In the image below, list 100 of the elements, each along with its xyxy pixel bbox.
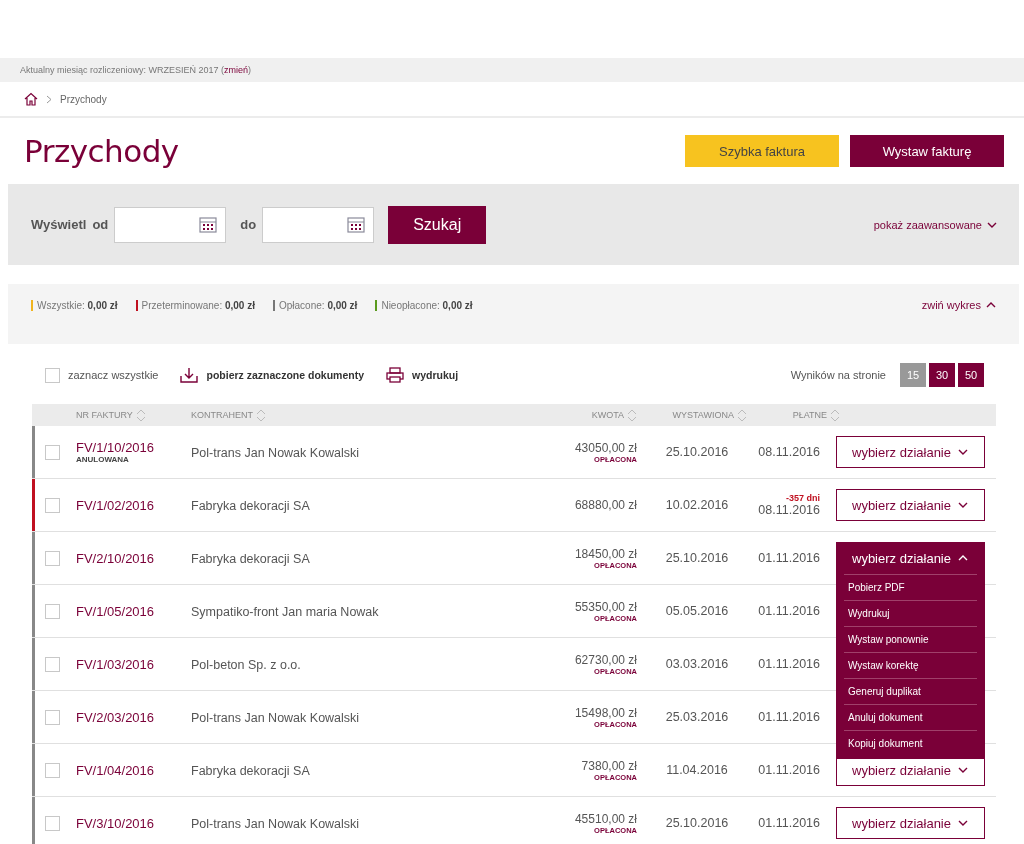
menu-item[interactable]: Generuj duplikat	[844, 678, 977, 704]
issue-date: 10.02.2016	[665, 498, 729, 512]
invoice-number-link[interactable]: FV/1/05/2016	[76, 603, 191, 619]
print-link[interactable]: wydrukuj	[386, 367, 459, 383]
page-size-button[interactable]: 50	[958, 363, 984, 387]
amount: 15498,00 zł	[574, 705, 637, 720]
issue-date: 25.10.2016	[665, 551, 729, 565]
chevron-down-icon	[958, 502, 968, 508]
contractor-name: Fabryka dekoracji SA	[191, 552, 310, 566]
amount: 43050,00 zł	[574, 440, 637, 455]
issue-date: 11.04.2016	[666, 763, 728, 777]
issue-date: 25.10.2016	[665, 816, 729, 830]
issue-date: 05.05.2016	[665, 604, 729, 618]
page-title: Przychody	[24, 133, 179, 169]
summary-total: Nieopłacone: 0,00 zł	[381, 299, 473, 311]
due-date: 01.11.2016	[758, 551, 820, 565]
chevron-up-icon	[986, 302, 996, 308]
checkbox[interactable]	[45, 762, 60, 778]
checkbox[interactable]	[45, 550, 60, 566]
due-date: 01.11.2016	[758, 657, 820, 671]
invoice-number-link[interactable]: FV/1/10/2016	[76, 440, 191, 455]
date-label: od	[92, 217, 109, 232]
summary-total: Wszystkie: 0,00 zł	[37, 299, 118, 311]
sort-icon	[256, 408, 266, 422]
invoice-number-link[interactable]: FV/1/02/2016	[76, 497, 191, 513]
menu-item[interactable]: Kopiuj dokument	[844, 730, 977, 756]
action-dropdown[interactable]: wybierz działanie	[836, 489, 985, 521]
summary-total: Przeterminowane: 0,00 zł	[141, 299, 255, 311]
calendar-icon	[347, 216, 366, 233]
checkbox[interactable]	[45, 444, 60, 460]
checkbox[interactable]	[45, 815, 60, 831]
invoice-number-link[interactable]: FV/3/10/2016	[76, 815, 191, 831]
amount: 7380,00 zł	[581, 758, 637, 773]
collapse-chart-link[interactable]: zwiń wykres	[921, 299, 996, 311]
amount: 68880,00 zł	[574, 498, 637, 512]
download-icon	[180, 367, 199, 383]
menu-item[interactable]: Anuluj dokument	[844, 704, 977, 730]
contractor-name: Pol-trans Jan Nowak Kowalski	[191, 817, 360, 831]
summary-total: Opłacone: 0,00 zł	[279, 299, 358, 311]
issue-date: 25.10.2016	[665, 445, 729, 459]
checkbox[interactable]	[45, 603, 60, 619]
billing-month-text: Aktualny miesiąc rozliczeniowy: WRZESIEŃ 2017 (zmień)	[20, 65, 252, 75]
amount: 45510,00 zł	[574, 811, 637, 826]
contractor-name: Pol-beton Sp. z o.o.	[191, 658, 301, 672]
quick-invoice-button[interactable]: Szybka faktura	[685, 135, 839, 167]
chevron-up-icon	[958, 555, 968, 561]
calendar-icon	[199, 216, 218, 233]
date-field[interactable]	[114, 206, 227, 243]
date-label: do	[240, 217, 257, 232]
sort-icon	[627, 408, 637, 422]
invoice-status: ANULOWANA	[76, 455, 130, 464]
contractor-name: Pol-trans Jan Nowak Kowalski	[191, 446, 360, 460]
select-all-checkbox[interactable]: zaznacz wszystkie	[45, 367, 159, 383]
contractor-name: Pol-trans Jan Nowak Kowalski	[191, 711, 360, 725]
chevron-down-icon	[987, 221, 997, 228]
amount: 18450,00 zł	[574, 546, 637, 561]
due-date: 01.11.2016	[758, 710, 820, 724]
overdue-days: -357 dni	[786, 493, 820, 503]
due-date: 08.11.2016	[758, 503, 820, 517]
amount: 62730,00 zł	[574, 652, 637, 667]
issue-date: 03.03.2016	[665, 657, 729, 671]
menu-item[interactable]: Wystaw korektę	[844, 652, 977, 678]
checkbox[interactable]	[45, 709, 60, 725]
download-link[interactable]: pobierz zaznaczone dokumenty	[180, 367, 364, 383]
chevron-right-icon	[46, 94, 52, 104]
chevron-down-icon	[958, 449, 968, 455]
contractor-name: Fabryka dekoracji SA	[191, 499, 310, 513]
advanced-toggle-link[interactable]: pokaż zaawansowane	[873, 218, 997, 231]
filter-label: Wyświetl	[31, 217, 87, 232]
due-date: 01.11.2016	[758, 816, 820, 830]
menu-item[interactable]: Pobierz PDF	[844, 574, 977, 600]
checkbox[interactable]	[45, 497, 60, 513]
page-size-button[interactable]: 30	[929, 363, 955, 387]
due-date: 01.11.2016	[758, 763, 820, 777]
breadcrumb-item[interactable]: Przychody	[60, 93, 107, 105]
home-icon	[24, 92, 38, 106]
action-dropdown[interactable]: wybierz działanie	[836, 807, 985, 839]
chevron-down-icon	[958, 820, 968, 826]
invoice-number-link[interactable]: FV/1/04/2016	[76, 762, 191, 778]
date-field[interactable]	[262, 206, 375, 243]
invoice-number-link[interactable]: FV/2/10/2016	[76, 550, 191, 566]
contractor-name: Sympatiko-front Jan maria Nowak	[191, 605, 379, 619]
issue-invoice-button[interactable]: Wystaw fakturę	[850, 135, 1004, 167]
menu-item[interactable]: Wydrukuj	[844, 600, 977, 626]
printer-icon	[386, 367, 404, 383]
action-dropdown[interactable]: wybierz działanie	[836, 436, 985, 468]
action-dropdown[interactable]: wybierz działanie	[836, 542, 985, 574]
search-button[interactable]: Szukaj	[388, 205, 487, 244]
invoice-number-link[interactable]: FV/1/03/2016	[76, 656, 191, 672]
contractor-name: Fabryka dekoracji SA	[191, 764, 310, 778]
amount: 55350,00 zł	[574, 599, 637, 614]
menu-item[interactable]: Wystaw ponownie	[844, 626, 977, 652]
sort-icon	[830, 408, 840, 422]
checkbox[interactable]	[45, 367, 60, 383]
due-date: 08.11.2016	[758, 445, 820, 459]
invoice-number-link[interactable]: FV/2/03/2016	[76, 709, 191, 725]
sort-icon	[737, 408, 747, 422]
checkbox[interactable]	[45, 656, 60, 672]
due-date: 01.11.2016	[758, 604, 820, 618]
chevron-down-icon	[958, 767, 968, 773]
